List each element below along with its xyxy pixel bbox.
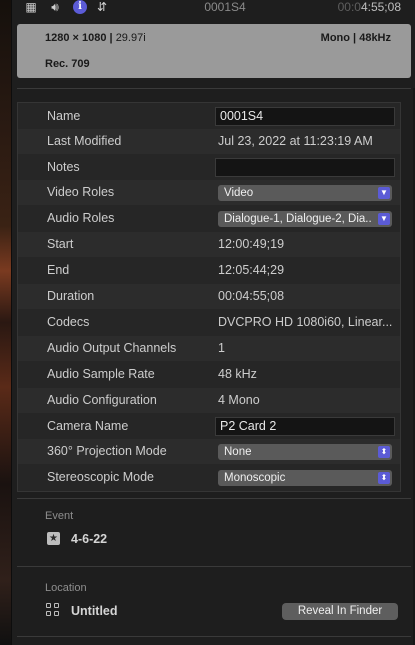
- camera-name-field[interactable]: P2 Card 2: [215, 417, 395, 436]
- share-icon[interactable]: ⇵: [94, 0, 110, 14]
- audio-format-label: Mono | 48kHz: [320, 32, 391, 44]
- clip-title: 0001S4: [204, 0, 246, 14]
- codecs-value: DVCPRO HD 1080i60, Linear...: [218, 315, 393, 329]
- chevron-down-icon: ▼: [378, 213, 390, 225]
- property-row-last-modified: Last Modified Jul 23, 2022 at 11:23:19 A…: [18, 129, 400, 154]
- property-row-codecs: Codecs DVCPRO HD 1080i60, Linear...: [18, 310, 400, 335]
- property-label: Stereoscopic Mode: [47, 470, 155, 484]
- name-field[interactable]: 0001S4: [215, 107, 395, 126]
- property-row-notes: Notes: [18, 155, 400, 180]
- notes-field[interactable]: [215, 158, 395, 177]
- property-row-audio-sample-rate: Audio Sample Rate 48 kHz: [18, 362, 400, 387]
- property-row-end: End 12:05:44;29: [18, 258, 400, 283]
- chevron-updown-icon: ⬍: [378, 472, 390, 484]
- event-heading: Event: [45, 510, 74, 522]
- reveal-in-finder-button[interactable]: Reveal In Finder: [282, 603, 398, 620]
- property-row-audio-output-channels: Audio Output Channels 1: [18, 336, 400, 361]
- divider: [17, 636, 411, 637]
- property-label: Codecs: [47, 315, 90, 329]
- audio-configuration-value: 4 Mono: [218, 393, 260, 407]
- last-modified-value: Jul 23, 2022 at 11:23:19 AM: [218, 134, 373, 148]
- property-label: Audio Roles: [47, 211, 115, 225]
- speaker-icon[interactable]: 🔊︎: [47, 0, 63, 14]
- property-row-stereoscopic-mode: Stereoscopic Mode Monoscopic ⬍: [18, 465, 400, 490]
- property-label: End: [47, 263, 70, 277]
- property-label: Notes: [47, 160, 80, 174]
- property-row-audio-roles: Audio Roles Dialogue-1, Dialogue-2, Dia.…: [18, 206, 400, 231]
- property-label: Audio Configuration: [47, 393, 157, 407]
- resolution-label: 1280 × 1080 | 29.97i: [45, 32, 146, 44]
- audio-roles-popup[interactable]: Dialogue-1, Dialogue-2, Dia... ▼: [218, 211, 392, 227]
- projection-mode-popup[interactable]: None ⬍: [218, 444, 392, 460]
- library-name: Untitled: [71, 604, 118, 618]
- property-label: Camera Name: [47, 419, 129, 433]
- viewer-edge: [0, 0, 12, 645]
- film-icon[interactable]: ▦: [23, 0, 39, 14]
- property-row-start: Start 12:00:49;19: [18, 232, 400, 257]
- start-value: 12:00:49;19: [218, 237, 285, 251]
- divider: [17, 566, 411, 567]
- property-label: Audio Sample Rate: [47, 367, 155, 381]
- property-label: 360° Projection Mode: [47, 444, 167, 458]
- property-row-projection-mode: 360° Projection Mode None ⬍: [18, 439, 400, 464]
- star-icon: ★: [47, 532, 60, 545]
- duration-value: 00:04:55;08: [218, 289, 285, 303]
- property-row-name: Name 0001S4: [18, 104, 400, 129]
- chevron-updown-icon: ⬍: [378, 446, 390, 458]
- event-name: 4-6-22: [71, 532, 108, 546]
- property-label: Video Roles: [47, 185, 115, 199]
- property-label: Audio Output Channels: [47, 341, 177, 355]
- property-row-video-roles: Video Roles Video ▼: [18, 180, 400, 205]
- property-label: Duration: [47, 289, 95, 303]
- chevron-down-icon: ▼: [378, 187, 390, 199]
- video-roles-popup[interactable]: Video ▼: [218, 185, 392, 201]
- properties-table: Name 0001S4 Last Modified Jul 23, 2022 a…: [17, 102, 401, 492]
- property-row-audio-configuration: Audio Configuration 4 Mono: [18, 388, 400, 413]
- end-value: 12:05:44;29: [218, 263, 285, 277]
- library-icon: [46, 603, 60, 617]
- divider: [17, 498, 411, 499]
- clip-duration-timecode: 00:04:55;08: [337, 0, 401, 14]
- audio-sample-rate-value: 48 kHz: [218, 367, 257, 381]
- audio-output-channels-value: 1: [218, 341, 225, 355]
- property-label: Start: [47, 237, 74, 251]
- format-summary-panel: 1280 × 1080 | 29.97i Mono | 48kHz Rec. 7…: [17, 24, 411, 78]
- property-row-duration: Duration 00:04:55;08: [18, 284, 400, 309]
- property-label: Last Modified: [47, 134, 122, 148]
- property-label: Name: [47, 109, 81, 123]
- stereoscopic-mode-popup[interactable]: Monoscopic ⬍: [218, 470, 392, 486]
- inspector-toolbar: ▦ 🔊︎ i ⇵ 0001S4 00:04:55;08: [12, 0, 415, 16]
- property-row-camera-name: Camera Name P2 Card 2: [18, 414, 400, 439]
- divider: [17, 88, 411, 89]
- info-icon[interactable]: i: [73, 0, 87, 14]
- location-heading: Location: [45, 582, 87, 594]
- color-space-label: Rec. 709: [45, 58, 90, 70]
